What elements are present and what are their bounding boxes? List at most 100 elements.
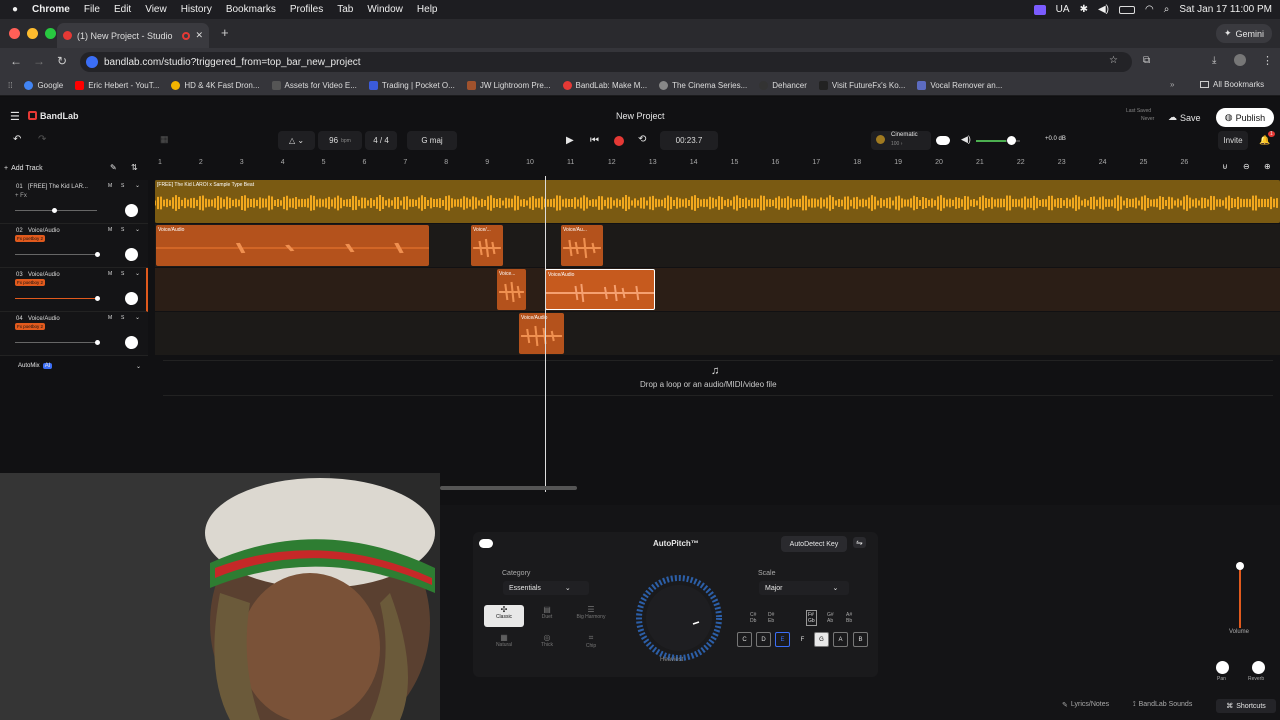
bookmark-item[interactable]: Google xyxy=(24,81,63,90)
mode-duet[interactable]: ▤ Duet xyxy=(528,605,566,627)
address-bar[interactable]: bandlab.com/studio?triggered_from=top_ba… xyxy=(80,52,1132,72)
bookmark-item[interactable]: Visit FutureFx's Ko... xyxy=(818,81,905,90)
automix-row[interactable]: AutoMix AI ⌄ xyxy=(0,360,148,372)
more-bookmarks-icon[interactable]: » xyxy=(1170,80,1174,89)
category-dropdown[interactable]: Essentials ⌄ xyxy=(503,581,589,595)
bandlab-sounds-button[interactable]: ⟟ BandLab Sounds xyxy=(1133,701,1192,709)
playhead[interactable] xyxy=(545,176,546,492)
save-button[interactable]: ☁ Save xyxy=(1168,108,1201,127)
notifications-icon[interactable]: 🔔 xyxy=(1259,135,1270,146)
search-icon[interactable]: ⌕ xyxy=(1164,4,1170,15)
zoom-out-icon[interactable]: ⊖ xyxy=(1243,162,1250,171)
forward-icon[interactable]: → xyxy=(33,54,45,68)
key-c[interactable]: C xyxy=(737,632,752,647)
track-volume-fader[interactable] xyxy=(1236,562,1244,628)
gemini-button[interactable]: ✦ Gemini xyxy=(1215,24,1272,43)
minimize-window-button[interactable] xyxy=(27,28,38,39)
track-fx-button[interactable]: + Fx xyxy=(15,193,27,199)
volume-icon[interactable]: ◀) xyxy=(1098,4,1109,15)
autodetect-key-button[interactable]: AutoDetect Key xyxy=(781,536,847,552)
track-options-icon[interactable]: ⌄ xyxy=(135,270,140,277)
drop-zone[interactable]: ♫ Drop a loop or an audio/MIDI/video fil… xyxy=(163,360,1273,396)
project-title[interactable]: New Project xyxy=(616,111,665,121)
track-fx-badge[interactable]: Fx poetboy 2 xyxy=(15,235,46,242)
chevron-down-icon[interactable]: ⌄ xyxy=(136,363,141,370)
track-lane[interactable]: Voice/Audio Voice/... Voice/Au... xyxy=(155,224,1280,267)
keyboard-layout-status[interactable]: UA xyxy=(1056,4,1070,15)
master-volume-slider[interactable] xyxy=(976,136,1020,145)
extensions-icon[interactable]: ⧉ xyxy=(1143,55,1150,66)
wifi-icon[interactable]: ◠ xyxy=(1145,4,1154,15)
track-volume-handle[interactable] xyxy=(95,296,100,301)
fader-handle[interactable] xyxy=(1236,562,1244,570)
lyrics-notes-button[interactable]: ✎ Lyrics/Notes xyxy=(1062,701,1109,709)
key-b[interactable]: B xyxy=(853,632,868,647)
skip-back-icon[interactable]: ⏮ xyxy=(590,135,599,146)
hamburger-menu-icon[interactable]: ☰ xyxy=(10,110,20,123)
timeline-ruler[interactable]: 1 2 3 4 5 6 7 8 9 10 11 12 13 14 15 16 17 18 19 20 21 22 23 24 2… xyxy=(155,157,1280,171)
track-header[interactable]: 03 Voice/Audio Fx poetboy 2 M S ⌄ xyxy=(0,268,148,312)
key-control[interactable]: G maj xyxy=(407,131,457,150)
track-lane[interactable]: Voice... Voice/Audio xyxy=(155,268,1280,311)
zoom-window-button[interactable] xyxy=(45,28,56,39)
track-header[interactable]: 02 Voice/Audio Fx poetboy 2 M S ⌄ xyxy=(0,224,148,268)
track-name[interactable]: Voice/Audio xyxy=(28,228,60,234)
track-fx-badge[interactable]: Fx poetboy 2 xyxy=(15,279,46,286)
bookmark-item[interactable]: The Cinema Series... xyxy=(659,81,747,90)
audio-clip-selected[interactable]: Voice/Audio xyxy=(545,269,655,310)
bookmark-star-icon[interactable]: ☆ xyxy=(1109,55,1118,66)
preset-selector[interactable]: Cinematic 100 › xyxy=(871,131,931,150)
key-d[interactable]: D xyxy=(756,632,771,647)
track-name[interactable]: Voice/Audio xyxy=(28,316,60,322)
edit-icon[interactable]: ✎ xyxy=(110,163,117,172)
metronome-control[interactable]: △ ⌄ xyxy=(278,131,315,150)
mute-button[interactable]: M xyxy=(108,183,112,189)
audio-clip[interactable]: Voice/... xyxy=(471,225,503,266)
preset-toggle[interactable] xyxy=(936,136,950,145)
close-window-button[interactable] xyxy=(9,28,20,39)
menu-edit[interactable]: Edit xyxy=(114,4,131,15)
shortcuts-button[interactable]: ⌘ Shortcuts xyxy=(1216,699,1276,713)
master-volume-handle[interactable] xyxy=(1007,136,1016,145)
time-signature-control[interactable]: 4 / 4 xyxy=(365,131,397,150)
track-lane[interactable]: Voice/Audio xyxy=(155,312,1280,355)
menu-kebab-icon[interactable]: ⋮ xyxy=(1262,54,1273,67)
bookmark-item[interactable]: BandLab: Make M... xyxy=(562,81,647,90)
sharp-key[interactable]: F# Gb xyxy=(806,610,817,626)
download-icon[interactable]: ⤓ xyxy=(1212,55,1216,66)
bookmark-item[interactable]: Vocal Remover an... xyxy=(917,81,1002,90)
all-bookmarks-button[interactable]: All Bookmarks xyxy=(1200,80,1264,89)
track-options-icon[interactable]: ⌄ xyxy=(135,226,140,233)
menu-view[interactable]: View xyxy=(145,4,167,15)
track-volume-handle[interactable] xyxy=(95,340,100,345)
solo-button[interactable]: S xyxy=(121,183,124,189)
horizontal-scrollbar[interactable] xyxy=(440,486,577,490)
menu-bookmarks[interactable]: Bookmarks xyxy=(226,4,276,15)
track-header[interactable]: 04 Voice/Audio Fx poetboy 2 M S ⌄ xyxy=(0,312,148,356)
play-icon[interactable]: ▶ xyxy=(566,135,574,146)
apps-grid-icon[interactable]: ⁞⁞ xyxy=(8,81,12,90)
strength-knob[interactable] xyxy=(633,572,725,664)
reload-icon[interactable]: ↻ xyxy=(57,54,67,68)
apple-icon[interactable]: ● xyxy=(12,4,18,15)
tab-bandlab-studio[interactable]: (1) New Project - Studio ✕ xyxy=(57,23,209,48)
autopitch-power-toggle[interactable] xyxy=(479,539,493,548)
track-options-icon[interactable]: ⌄ xyxy=(135,314,140,321)
sharp-key[interactable]: A# Bb xyxy=(846,612,852,624)
reverb-knob[interactable] xyxy=(1252,661,1265,674)
speaker-icon[interactable]: ◀) xyxy=(961,134,971,145)
redo-icon[interactable]: ↷ xyxy=(38,134,46,145)
audio-clip[interactable]: Voice/Au... xyxy=(561,225,603,266)
track-lane[interactable]: [FREE] The Kid LAROI x Sample Type Beat xyxy=(155,180,1280,223)
pan-knob[interactable] xyxy=(125,248,138,261)
pan-knob[interactable] xyxy=(125,336,138,349)
sharp-key[interactable]: C# Db xyxy=(750,612,756,624)
audio-clip[interactable]: Voice/Audio xyxy=(156,225,429,266)
battery-icon[interactable] xyxy=(1119,5,1135,14)
publish-button[interactable]: ◍ Publish xyxy=(1216,108,1274,127)
mute-button[interactable]: M xyxy=(108,227,112,233)
back-icon[interactable]: ← xyxy=(10,54,22,68)
pan-knob[interactable] xyxy=(125,204,138,217)
menu-profiles[interactable]: Profiles xyxy=(290,4,323,15)
track-volume-handle[interactable] xyxy=(95,252,100,257)
